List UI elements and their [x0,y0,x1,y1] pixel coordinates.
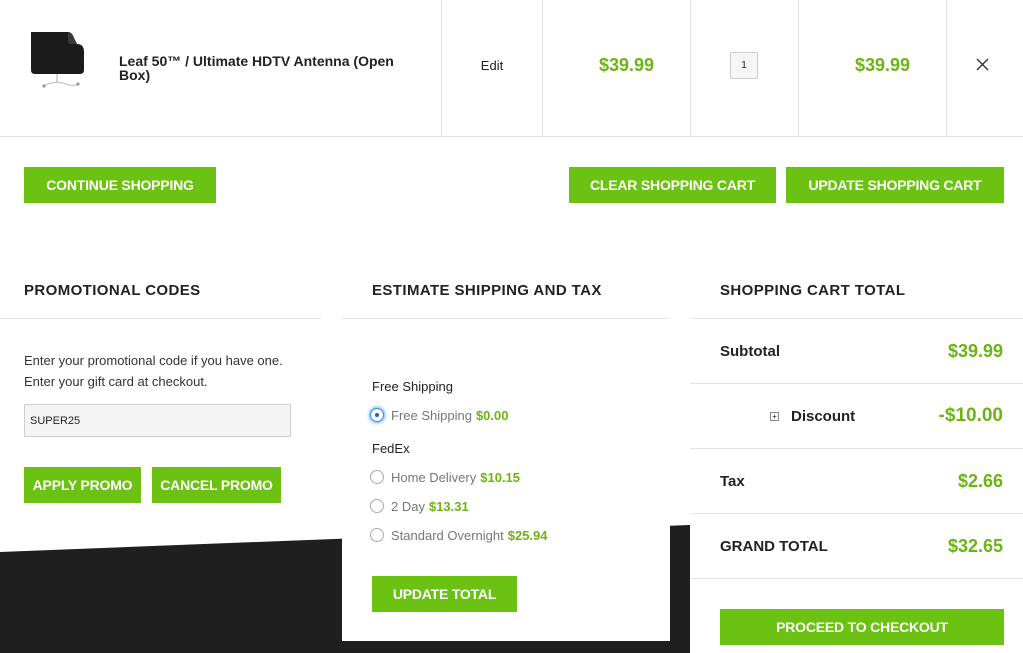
antenna-product-image[interactable] [24,26,90,96]
apply-promo-button[interactable]: APPLY PROMO [24,467,141,503]
subtotal-value: $39.99 [947,341,1003,361]
shipping-section-title: ESTIMATE SHIPPING AND TAX [372,282,602,299]
shipping-option-free[interactable]: Free Shipping $0.00 [370,406,509,424]
shipping-option-label: Free Shipping [391,407,472,423]
promo-section-title: PROMOTIONAL CODES [24,282,201,299]
edit-item-link[interactable]: Edit [470,58,514,73]
close-icon[interactable] [972,54,994,76]
shipping-option-2-day[interactable]: 2 Day $13.31 [370,497,469,515]
shipping-group-free: Free Shipping [372,379,453,394]
shipping-option-label: Home Delivery [391,469,477,485]
column-divider [798,0,799,137]
shipping-option-price: $0.00 [475,407,509,423]
subtotal-row: Subtotal $39.99 [690,319,1023,384]
discount-value: -$10.00 [938,405,1003,426]
grand-total-label: GRAND TOTAL [720,538,828,555]
discount-row: Discount -$10.00 [690,384,1023,449]
section-divider [342,318,670,319]
item-subtotal-price: $39.99 [855,55,911,75]
column-divider [690,0,691,137]
column-divider [946,0,947,137]
totals-section-title: SHOPPING CART TOTAL [720,282,906,299]
proceed-to-checkout-button[interactable]: PROCEED TO CHECKOUT [720,609,1004,645]
radio-unselected[interactable] [370,528,384,542]
grand-total-value: $32.65 [947,536,1003,556]
section-divider [0,318,321,319]
quantity-input[interactable] [730,52,758,79]
tax-value: $2.66 [957,471,1003,491]
continue-shopping-button[interactable]: CONTINUE SHOPPING [24,167,216,203]
radio-unselected[interactable] [370,470,384,484]
promo-instruction-line: Enter your promotional code if you have … [24,353,283,368]
promo-instructions: Enter your promotional code if you have … [24,350,324,392]
promo-code-input[interactable] [24,404,291,437]
tax-label: Tax [720,473,745,490]
grand-total-row: GRAND TOTAL $32.65 [690,514,1023,579]
column-divider [441,0,442,137]
shipping-group-fedex: FedEx [372,441,410,456]
shipping-option-price: $13.31 [428,498,469,514]
discount-label: Discount [791,408,856,425]
item-unit-price: $39.99 [599,55,655,75]
shipping-option-label: 2 Day [391,498,425,514]
cart-item-row: Leaf 50™ / Ultimate HDTV Antenna (Open B… [0,0,1023,137]
column-divider [542,0,543,137]
radio-unselected[interactable] [370,499,384,513]
cancel-promo-button[interactable]: CANCEL PROMO [152,467,281,503]
shipping-option-price: $10.15 [480,469,521,485]
update-total-button[interactable]: UPDATE TOTAL [372,576,517,612]
expand-plus-icon[interactable] [770,412,779,421]
shipping-option-label: Standard Overnight [391,527,504,543]
product-name[interactable]: Leaf 50™ / Ultimate HDTV Antenna (Open B… [119,54,419,82]
subtotal-label: Subtotal [720,343,780,360]
shipping-option-standard-overnight[interactable]: Standard Overnight $25.94 [370,526,548,544]
shipping-option-price: $25.94 [507,527,548,543]
tax-row: Tax $2.66 [690,449,1023,514]
radio-selected[interactable] [370,408,384,422]
promo-instruction-line: Enter your gift card at checkout. [24,374,208,389]
clear-shopping-cart-button[interactable]: CLEAR SHOPPING CART [569,167,776,203]
shipping-option-home-delivery[interactable]: Home Delivery $10.15 [370,468,520,486]
update-shopping-cart-button[interactable]: UPDATE SHOPPING CART [786,167,1004,203]
